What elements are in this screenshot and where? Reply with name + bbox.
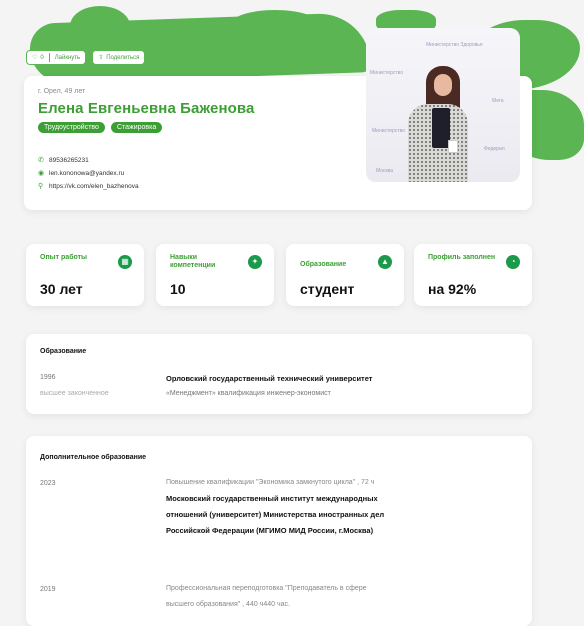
course-entry: Профессиональная переподготовка "Препода… bbox=[166, 581, 506, 613]
course-title: Повышение квалификации "Экономика замкну… bbox=[166, 479, 375, 486]
education-card: Образование 1996 высшее законченное Орло… bbox=[26, 334, 532, 414]
graduation-cap-icon: ▲ bbox=[378, 255, 392, 269]
tag-employment[interactable]: Трудоустройство bbox=[38, 122, 105, 133]
photo-wall-text: Москва bbox=[376, 168, 394, 174]
education-details: «Менеджмент» квалификация инженер-эконом… bbox=[166, 390, 331, 397]
contact-phone: ✆ 89536265231 bbox=[38, 154, 139, 167]
header-brush-stroke bbox=[70, 6, 130, 46]
photo-wall-text: Федерал bbox=[484, 146, 505, 152]
stat-value: студент bbox=[300, 281, 355, 297]
link-value[interactable]: https://vk.com/elen_bazhenova bbox=[49, 183, 139, 190]
section-title: Дополнительное образование bbox=[40, 454, 147, 461]
stat-value: 30 лет bbox=[40, 281, 83, 297]
course-title: высшего образования" , 440 ч440 час. bbox=[166, 601, 290, 608]
profile-tags: Трудоустройство Стажировка bbox=[38, 122, 163, 133]
stat-profile-completion: Профиль заполнен ◔ на 92% bbox=[414, 244, 532, 306]
phone-icon: ✆ bbox=[38, 156, 44, 164]
city-age: г. Орел, 49 лет bbox=[38, 88, 86, 95]
photo-wall-text: Мега bbox=[492, 98, 504, 104]
course-organization: Российской Федерации (МГИМО МИД России, … bbox=[166, 526, 374, 535]
stat-label: Профиль заполнен bbox=[428, 254, 496, 261]
like-button[interactable]: ♡ 0 Лайкнуть bbox=[26, 50, 87, 65]
link-icon: ⚲ bbox=[38, 182, 44, 190]
additional-education-card: Дополнительное образование 2023 Повышени… bbox=[26, 436, 532, 626]
stat-label: Опыт работы bbox=[40, 254, 88, 261]
course-organization: отношений (университет) Министерства ино… bbox=[166, 510, 385, 519]
contact-link: ⚲ https://vk.com/elen_bazhenova bbox=[38, 180, 139, 193]
stat-label: Навыки компетенции bbox=[170, 254, 216, 269]
heart-icon: ♡ bbox=[32, 55, 38, 61]
photo-wall-text: Министерство bbox=[370, 70, 403, 76]
stat-value: 10 bbox=[170, 281, 186, 297]
education-institution: Орловский государственный технический ун… bbox=[166, 374, 373, 383]
stat-label: Образование bbox=[300, 261, 347, 268]
stat-skills: Навыки компетенции ✦ 10 bbox=[156, 244, 274, 306]
photo-wall-text: Министерство Здоровья bbox=[426, 42, 483, 48]
share-button[interactable]: ⇧ Поделиться bbox=[92, 50, 146, 65]
course-year: 2019 bbox=[40, 586, 56, 593]
skill-icon: ✦ bbox=[248, 255, 262, 269]
contact-email: ◉ len.kononowa@yandex.ru bbox=[38, 167, 139, 180]
tag-internship[interactable]: Стажировка bbox=[110, 122, 163, 133]
course-title: Профессиональная переподготовка "Препода… bbox=[166, 585, 367, 592]
stat-experience: Опыт работы ▦ 30 лет bbox=[26, 244, 144, 306]
email-icon: ◉ bbox=[38, 169, 45, 177]
share-icon: ⇧ bbox=[98, 55, 104, 61]
email-value[interactable]: len.kononowa@yandex.ru bbox=[49, 170, 124, 177]
calendar-icon: ▦ bbox=[118, 255, 132, 269]
course-entry: Повышение квалификации "Экономика замкну… bbox=[166, 475, 506, 539]
course-year: 2023 bbox=[40, 480, 56, 487]
profile-photo: Министерство Здоровья Министерство Мега … bbox=[366, 28, 520, 182]
contacts: ✆ 89536265231 ◉ len.kononowa@yandex.ru ⚲… bbox=[38, 154, 139, 193]
profile-name: Елена Евгеньевна Баженова bbox=[38, 100, 255, 117]
like-label: Лайкнуть bbox=[54, 54, 81, 61]
stat-value: на 92% bbox=[428, 281, 477, 297]
stat-education: Образование ▲ студент bbox=[286, 244, 404, 306]
profile-actions: ♡ 0 Лайкнуть ⇧ Поделиться bbox=[26, 50, 146, 65]
header-brush-stroke bbox=[230, 10, 320, 40]
education-level: высшее законченное bbox=[40, 390, 109, 397]
photo-wall-text: Министерство bbox=[372, 128, 405, 134]
progress-icon: ◔ bbox=[506, 255, 520, 269]
phone-value[interactable]: 89536265231 bbox=[49, 157, 89, 164]
course-organization: Московский государственный институт межд… bbox=[166, 494, 378, 503]
section-title: Образование bbox=[40, 348, 87, 355]
like-count: 0 bbox=[40, 54, 44, 61]
share-label: Поделиться bbox=[106, 54, 140, 61]
education-year: 1996 bbox=[40, 374, 56, 381]
